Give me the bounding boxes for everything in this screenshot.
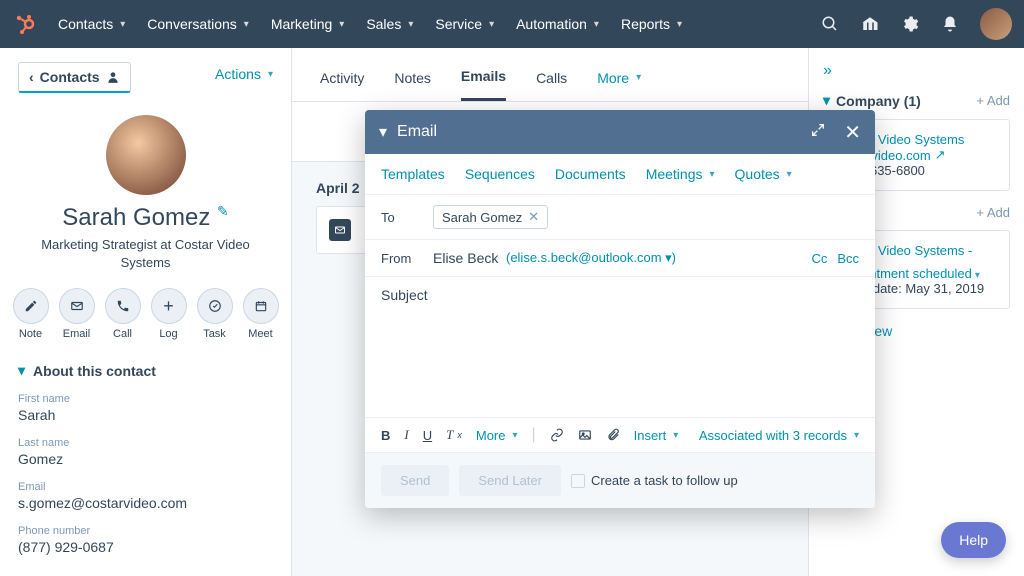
- italic-button[interactable]: I: [404, 427, 408, 443]
- bell-icon[interactable]: [940, 14, 960, 34]
- help-button[interactable]: Help: [941, 522, 1006, 558]
- followup-task-checkbox[interactable]: Create a task to follow up: [571, 473, 738, 488]
- meet-button[interactable]: [243, 288, 279, 324]
- external-link-icon: ↗: [935, 147, 946, 163]
- actions-dropdown[interactable]: Actions: [215, 66, 273, 82]
- email-button[interactable]: [59, 288, 95, 324]
- clear-format-button[interactable]: Tx: [446, 427, 462, 443]
- chevron-left-icon: ‹: [29, 69, 34, 85]
- documents-link[interactable]: Documents: [555, 166, 626, 182]
- user-avatar[interactable]: [980, 8, 1012, 40]
- tab-emails[interactable]: Emails: [461, 68, 506, 101]
- task-label: Task: [203, 328, 226, 340]
- more-format-dropdown[interactable]: More: [476, 428, 518, 443]
- marketplace-icon[interactable]: [860, 14, 880, 34]
- contact-role: Marketing Strategist at Costar Video Sys…: [18, 236, 273, 272]
- to-label: To: [381, 210, 433, 225]
- add-deal-link[interactable]: + Add: [976, 205, 1010, 220]
- chevron-down-icon: ▾: [18, 362, 25, 379]
- contact-avatar[interactable]: [106, 115, 186, 195]
- email-compose-modal: ▾ Email ✕ Templates Sequences Documents …: [365, 110, 875, 508]
- from-name: Elise Beck: [433, 250, 498, 266]
- sequences-link[interactable]: Sequences: [465, 166, 535, 182]
- log-button[interactable]: +: [151, 288, 187, 324]
- tab-notes[interactable]: Notes: [394, 68, 431, 101]
- associated-records-dropdown[interactable]: Associated with 3 records: [699, 428, 859, 443]
- bcc-link[interactable]: Bcc: [837, 251, 859, 266]
- quotes-dropdown[interactable]: Quotes: [735, 166, 792, 182]
- nav-reports[interactable]: Reports: [621, 16, 682, 32]
- expand-icon[interactable]: [810, 122, 826, 143]
- tab-calls[interactable]: Calls: [536, 68, 567, 101]
- field-value[interactable]: s.gomez@costarvideo.com: [18, 495, 273, 511]
- call-label: Call: [113, 328, 132, 340]
- nav-automation[interactable]: Automation: [516, 16, 599, 32]
- nav-marketing[interactable]: Marketing: [271, 16, 345, 32]
- note-label: Note: [19, 328, 42, 340]
- search-icon[interactable]: [820, 14, 840, 34]
- call-button[interactable]: [105, 288, 141, 324]
- from-label: From: [381, 251, 433, 266]
- chevron-down-icon[interactable]: ▾: [379, 122, 387, 142]
- field-label: Last name: [18, 437, 273, 449]
- back-label: Contacts: [40, 69, 100, 85]
- expand-panel-icon[interactable]: »: [823, 62, 1010, 80]
- modal-title: Email: [397, 123, 800, 141]
- chevron-down-icon: ▾: [823, 92, 830, 109]
- underline-button[interactable]: U: [423, 428, 432, 443]
- edit-pencil-icon[interactable]: ✎: [217, 203, 229, 219]
- insert-dropdown[interactable]: Insert: [634, 428, 679, 443]
- send-button[interactable]: Send: [381, 465, 449, 496]
- nav-conversations[interactable]: Conversations: [147, 16, 249, 32]
- field-value[interactable]: (877) 929-0687: [18, 539, 273, 555]
- tab-more[interactable]: More: [597, 68, 641, 101]
- templates-link[interactable]: Templates: [381, 166, 445, 182]
- subject-input[interactable]: Subject: [381, 287, 428, 303]
- log-label: Log: [159, 328, 177, 340]
- note-button[interactable]: [13, 288, 49, 324]
- recipient-chip[interactable]: Sarah Gomez✕: [433, 205, 548, 229]
- nav-service[interactable]: Service: [435, 16, 494, 32]
- task-button[interactable]: [197, 288, 233, 324]
- nav-contacts[interactable]: Contacts: [58, 16, 125, 32]
- bold-button[interactable]: B: [381, 428, 390, 443]
- field-value[interactable]: Gomez: [18, 451, 273, 467]
- email-event-icon: [329, 219, 351, 241]
- cc-link[interactable]: Cc: [811, 251, 827, 266]
- contact-name: Sarah Gomez ✎: [18, 203, 273, 232]
- back-contacts-button[interactable]: ‹ Contacts: [18, 62, 131, 93]
- company-section-toggle[interactable]: ▾Company (1) + Add: [823, 92, 1010, 109]
- add-company-link[interactable]: + Add: [976, 93, 1010, 108]
- email-body-editor[interactable]: [365, 313, 875, 417]
- gear-icon[interactable]: [900, 14, 920, 34]
- field-value[interactable]: Sarah: [18, 407, 273, 423]
- meet-label: Meet: [248, 328, 272, 340]
- meetings-dropdown[interactable]: Meetings: [646, 166, 715, 182]
- image-icon[interactable]: [578, 428, 592, 442]
- tab-activity[interactable]: Activity: [320, 68, 364, 101]
- attachment-icon[interactable]: [606, 428, 620, 442]
- link-icon[interactable]: [550, 428, 564, 442]
- hubspot-logo-icon[interactable]: [12, 10, 40, 38]
- field-label: Phone number: [18, 525, 273, 537]
- field-label: First name: [18, 393, 273, 405]
- field-label: Email: [18, 481, 273, 493]
- person-icon: [106, 70, 120, 84]
- remove-chip-icon[interactable]: ✕: [528, 209, 539, 225]
- about-section-toggle[interactable]: ▾About this contact: [18, 362, 273, 379]
- send-later-button[interactable]: Send Later: [459, 465, 561, 496]
- email-label: Email: [63, 328, 91, 340]
- close-icon[interactable]: ✕: [844, 120, 861, 145]
- nav-sales[interactable]: Sales: [366, 16, 413, 32]
- from-email-dropdown[interactable]: (elise.s.beck@outlook.com ▾): [502, 250, 676, 266]
